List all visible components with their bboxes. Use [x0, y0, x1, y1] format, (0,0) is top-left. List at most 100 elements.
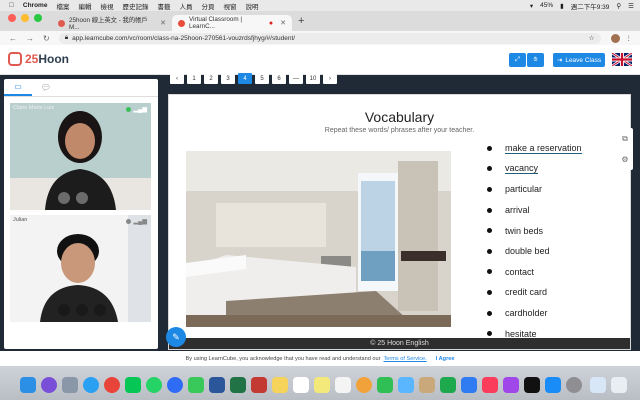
back-icon[interactable]: ← — [9, 34, 17, 43]
battery-percent: 45% — [540, 2, 554, 9]
calendar-icon[interactable] — [293, 377, 309, 393]
pager-page-3[interactable]: 3 — [221, 73, 235, 84]
notes-icon[interactable] — [272, 377, 288, 393]
tab-chat[interactable]: 💬︎ — [32, 79, 60, 96]
mute-button[interactable] — [58, 304, 70, 316]
search-icon[interactable]: ⚲ — [616, 2, 621, 10]
finder-icon[interactable] — [20, 377, 36, 393]
agree-button[interactable]: I Agree — [436, 356, 455, 362]
minimize-window-button[interactable] — [21, 14, 29, 22]
siri-icon[interactable] — [41, 377, 57, 393]
photo-booth-icon[interactable] — [251, 377, 267, 393]
close-window-button[interactable] — [8, 14, 16, 22]
pager-page-2[interactable]: 2 — [204, 73, 218, 84]
photos-icon[interactable] — [356, 377, 372, 393]
music-icon[interactable] — [482, 377, 498, 393]
menu-view[interactable]: 檢視 — [100, 1, 113, 11]
control-center-icon[interactable]: ☰ — [628, 2, 634, 10]
leave-class-button[interactable]: ⇥ Leave Class — [553, 53, 605, 67]
menu-edit[interactable]: 編輯 — [78, 1, 91, 11]
clock[interactable]: 週二下午9:39 — [571, 1, 610, 11]
tab-account[interactable]: 25hoon 線上英文 - 我的帳戶 M... ✕ — [52, 15, 172, 31]
bookmark-star-icon[interactable]: ☆ — [589, 34, 595, 42]
facetime-icon[interactable] — [377, 377, 393, 393]
pager-page-10[interactable]: 10 — [306, 73, 320, 84]
copy-icon[interactable]: ⧉ — [622, 134, 628, 144]
video-camera-icon: ▭ — [14, 82, 22, 91]
trash-icon[interactable] — [611, 377, 627, 393]
slide-subtitle: Repeat these words/ phrases after your t… — [324, 127, 475, 134]
maps-icon[interactable] — [398, 377, 414, 393]
list-item: credit card — [487, 282, 582, 303]
pager-next[interactable]: › — [323, 73, 337, 84]
menu-file[interactable]: 檔案 — [56, 1, 69, 11]
safari-icon[interactable] — [83, 377, 99, 393]
podcasts-icon[interactable] — [503, 377, 519, 393]
mute-button[interactable] — [58, 192, 70, 204]
forward-icon[interactable]: → — [26, 34, 34, 43]
pager-page-1[interactable]: 1 — [187, 73, 201, 84]
lock-icon: 🔒︎ — [64, 34, 69, 41]
pager-page-5[interactable]: 5 — [255, 73, 269, 84]
camera-toggle-button[interactable] — [76, 192, 88, 204]
reload-icon[interactable]: ↻ — [43, 34, 50, 43]
menu-history[interactable]: 歷史記錄 — [122, 1, 148, 11]
whatsapp-icon[interactable] — [146, 377, 162, 393]
new-tab-button[interactable]: + — [298, 15, 304, 27]
list-item: particular — [487, 179, 582, 200]
camera-toggle-button[interactable] — [76, 304, 88, 316]
pager-page-4[interactable]: 4 — [238, 73, 252, 84]
offline-status-dot — [125, 219, 131, 224]
slide-pager: ‹ 1 2 3 4 5 6 — 10 › — [170, 73, 337, 84]
numbers-icon[interactable] — [440, 377, 456, 393]
list-item: vacancy — [487, 159, 582, 180]
menu-chrome[interactable]: Chrome — [23, 2, 48, 9]
messages-icon[interactable] — [188, 377, 204, 393]
slide-title: Vocabulary — [364, 109, 435, 125]
fullscreen-button[interactable]: ⤢ — [509, 53, 526, 67]
raise-hand-button[interactable]: ✋︎ — [527, 53, 544, 67]
mac-dock — [0, 366, 640, 400]
pager-ellipsis: — — [289, 73, 303, 84]
keynote-icon[interactable] — [461, 377, 477, 393]
address-bar[interactable]: 🔒︎ app.learncube.com/vc/room/class-na-25… — [58, 32, 601, 44]
wifi-icon[interactable]: ▾ — [530, 2, 533, 10]
annotate-pen-button[interactable]: ✎ — [166, 327, 186, 347]
close-tab-icon[interactable]: ✕ — [160, 19, 166, 27]
word-icon[interactable] — [209, 377, 225, 393]
chrome-icon[interactable] — [104, 377, 120, 393]
system-preferences-icon[interactable] — [566, 377, 582, 393]
app-header: 25Hoon ⤢ ✋︎ ⇥ Leave Class — [0, 45, 640, 75]
menu-help[interactable]: 說明 — [245, 1, 258, 11]
battery-icon[interactable]: ▮ — [560, 2, 564, 10]
stickies-icon[interactable] — [314, 377, 330, 393]
downloads-folder-icon[interactable] — [590, 377, 606, 393]
app-store-icon[interactable] — [545, 377, 561, 393]
language-flag-icon[interactable] — [612, 53, 632, 66]
tab-video[interactable]: ▭ — [4, 79, 32, 96]
reminders-icon[interactable] — [335, 377, 351, 393]
tab-classroom[interactable]: Virtual Classroom | LearnC... ● ✕ — [172, 15, 292, 31]
menu-bookmarks[interactable]: 書籤 — [157, 1, 170, 11]
lesson-slide[interactable]: Vocabulary Repeat these words/ phrases a… — [168, 94, 631, 350]
terms-link[interactable]: Terms of Service. — [384, 356, 427, 362]
apple-tv-icon[interactable] — [524, 377, 540, 393]
excel-icon[interactable] — [230, 377, 246, 393]
contacts-icon[interactable] — [419, 377, 435, 393]
menu-window[interactable]: 視窗 — [223, 1, 236, 11]
messenger-icon[interactable] — [167, 377, 183, 393]
menu-tabs[interactable]: 分頁 — [201, 1, 214, 11]
close-tab-icon[interactable]: ✕ — [280, 19, 286, 27]
screen-share-button[interactable] — [94, 304, 106, 316]
pager-prev[interactable]: ‹ — [170, 73, 184, 84]
menu-people[interactable]: 人員 — [179, 1, 192, 11]
zoom-window-button[interactable] — [34, 14, 42, 22]
profile-avatar[interactable] — [610, 33, 620, 43]
line-icon[interactable] — [125, 377, 141, 393]
gear-icon[interactable]: ⚙ — [621, 155, 628, 164]
bullet-icon — [487, 228, 492, 234]
more-menu-icon[interactable]: ⋮ — [626, 34, 633, 42]
apple-icon[interactable]:  — [9, 2, 14, 9]
launchpad-icon[interactable] — [62, 377, 78, 393]
pager-page-6[interactable]: 6 — [272, 73, 286, 84]
